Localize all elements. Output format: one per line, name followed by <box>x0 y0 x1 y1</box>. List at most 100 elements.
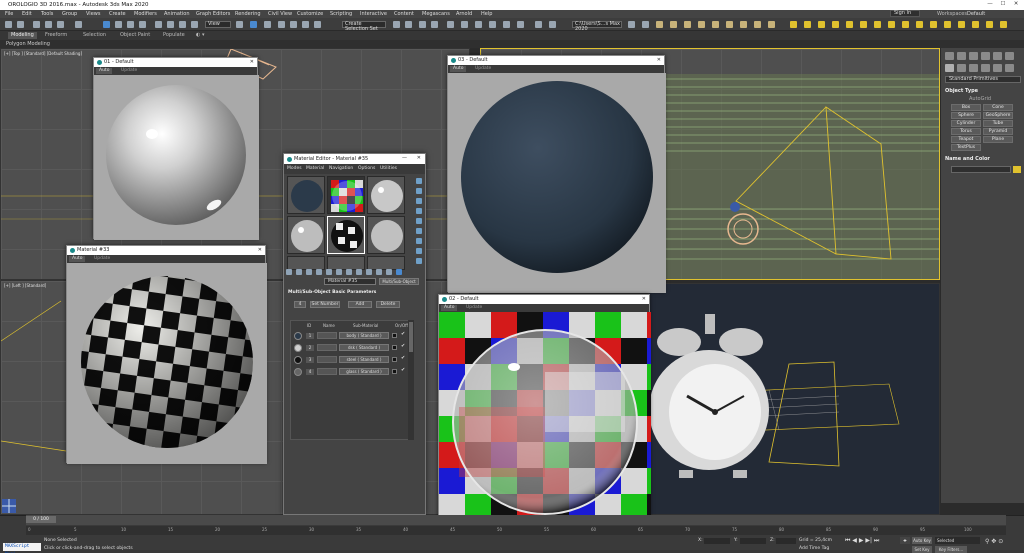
make-preview-icon[interactable] <box>416 228 422 234</box>
close-icon[interactable]: ✕ <box>417 155 421 161</box>
arnold-icon[interactable] <box>656 21 663 28</box>
megascans-refresh-icon[interactable] <box>986 21 993 28</box>
submaterial-button[interactable]: body ( Standard ) <box>339 332 389 339</box>
schematic-view-icon[interactable] <box>461 21 468 28</box>
enabled-checkbox[interactable]: ✔ <box>401 331 405 337</box>
x-coordinate-field[interactable] <box>704 538 730 544</box>
lights-icon[interactable] <box>969 64 978 72</box>
angle-snap-icon[interactable] <box>290 21 297 28</box>
arnold-sky-icon[interactable] <box>684 21 691 28</box>
tab-selection[interactable]: Selection <box>80 32 109 39</box>
tube-button[interactable]: Tube <box>983 120 1013 127</box>
y-coordinate-field[interactable] <box>740 538 766 544</box>
menu-interactive[interactable]: Interactive <box>360 11 387 17</box>
cameras-icon[interactable] <box>981 64 990 72</box>
menu-help[interactable]: Help <box>481 11 492 17</box>
viewport-left-label[interactable]: [+] [Left ] [Standard] <box>4 283 46 288</box>
megascans-import-icon[interactable] <box>804 21 811 28</box>
submaterial-name-field[interactable] <box>317 332 337 339</box>
material-slot-2[interactable] <box>327 176 365 214</box>
megascans-help-icon[interactable] <box>1000 21 1007 28</box>
submaterial-button[interactable]: steel ( Standard ) <box>339 356 389 363</box>
key-selection-dropdown[interactable]: Selected <box>935 537 980 544</box>
menu-customize[interactable]: Customize <box>297 11 323 17</box>
viewport-layout-tab[interactable] <box>0 497 18 515</box>
show-shaded-material-icon[interactable] <box>356 269 362 275</box>
megascans-plant-icon[interactable] <box>916 21 923 28</box>
motion-tab-icon[interactable] <box>981 52 990 60</box>
viewport-top-label[interactable]: [+] [Top ] [Standard] [Default Shading] <box>4 51 82 56</box>
geometry-icon[interactable] <box>945 64 954 72</box>
menu-content[interactable]: Content <box>394 11 414 17</box>
open-folder-icon[interactable] <box>628 21 635 28</box>
set-number-button[interactable]: Set Number <box>310 301 340 308</box>
rollout-title[interactable]: Multi/Sub-Object Basic Parameters <box>288 290 376 295</box>
playback-controls[interactable]: ⏮ ◀ ▶ ▶| ⏭ <box>845 537 879 545</box>
go-forward-to-sibling-icon[interactable] <box>386 269 392 275</box>
auto-toggle[interactable]: Auto <box>441 305 458 311</box>
megascans-preview-icon[interactable] <box>972 21 979 28</box>
submaterial-name-field[interactable] <box>317 368 337 375</box>
menu-rendering[interactable]: Rendering <box>235 11 261 17</box>
submaterial-button[interactable]: glass ( Standard ) <box>339 368 389 375</box>
menu-modifiers[interactable]: Modifiers <box>134 11 157 17</box>
material-slot-5[interactable] <box>327 216 365 254</box>
menu-arnold[interactable]: Arnold <box>456 11 472 17</box>
name-and-color-title[interactable]: Name and Color <box>945 156 990 164</box>
utilities-tab-icon[interactable] <box>1005 52 1014 60</box>
menu-edit[interactable]: Edit <box>22 11 32 17</box>
material-slot-1[interactable] <box>287 176 325 214</box>
autogrid-checkbox[interactable]: AutoGrid <box>969 96 991 102</box>
menu-civil-view[interactable]: Civil View <box>268 11 292 17</box>
megascans-bridge-icon[interactable] <box>790 21 797 28</box>
named-selection-set-dropdown[interactable]: Create Selection Set <box>342 21 386 32</box>
options-icon[interactable] <box>416 238 422 244</box>
maximize-button[interactable]: ☐ <box>998 1 1008 7</box>
polygon-modeling-label[interactable]: Polygon Modeling <box>6 41 50 47</box>
redo-icon[interactable] <box>17 21 24 28</box>
object-color-swatch[interactable] <box>1013 166 1021 173</box>
arnold-camera-icon[interactable] <box>754 21 761 28</box>
arnold-scene-export-icon[interactable] <box>768 21 775 28</box>
menu-file[interactable]: File <box>5 11 13 17</box>
show-end-result-icon[interactable] <box>366 269 372 275</box>
material-map-navigator-icon[interactable] <box>416 258 422 264</box>
time-slider-track[interactable]: 0 / 100 <box>26 515 1006 525</box>
shapes-icon[interactable] <box>957 64 966 72</box>
textplus-button[interactable]: TextPlus <box>951 144 981 151</box>
menu-views[interactable]: Views <box>86 11 100 17</box>
tab-modeling[interactable]: Modeling <box>8 32 37 39</box>
material-id-channel-icon[interactable] <box>346 269 352 275</box>
set-key-button[interactable]: Set Key <box>912 546 932 553</box>
select-and-manipulate-icon[interactable] <box>250 21 257 28</box>
toggle-scene-explorer-icon[interactable] <box>419 21 426 28</box>
submaterial-id[interactable]: 2 <box>306 345 314 351</box>
arnold-render-view-icon[interactable] <box>726 21 733 28</box>
sign-in-dropdown[interactable]: Sign In <box>890 10 920 17</box>
select-by-name-icon[interactable] <box>115 21 122 28</box>
close-icon[interactable]: ✕ <box>250 58 254 67</box>
rendered-frame-window-icon[interactable] <box>503 21 510 28</box>
menu-tools[interactable]: Tools <box>41 11 53 17</box>
put-to-library-icon[interactable] <box>336 269 342 275</box>
placement-icon[interactable] <box>191 21 198 28</box>
maxscript-listener[interactable]: MAXScript Mini <box>3 543 41 553</box>
submaterial-name-field[interactable] <box>317 344 337 351</box>
plane-button[interactable]: Plane <box>983 136 1013 143</box>
submaterial-scrollbar[interactable] <box>408 320 414 440</box>
material-slot-6[interactable] <box>367 216 405 254</box>
spinner-snap-icon[interactable] <box>314 21 321 28</box>
close-icon[interactable]: ✕ <box>258 246 262 255</box>
megascans-material-icon[interactable] <box>846 21 853 28</box>
rectangular-selection-icon[interactable] <box>127 21 134 28</box>
hierarchy-tab-icon[interactable] <box>969 52 978 60</box>
close-icon[interactable]: ✕ <box>642 295 646 304</box>
submaterial-name-field[interactable] <box>317 356 337 363</box>
get-material-icon[interactable] <box>286 269 292 275</box>
workspace-dropdown[interactable]: Default <box>967 11 985 17</box>
track-bar[interactable]: 0 5 10 15 20 25 30 35 40 45 50 55 60 65 … <box>26 526 1006 535</box>
object-type-title[interactable]: Object Type <box>945 88 978 96</box>
minimize-button[interactable]: — <box>985 1 995 7</box>
go-to-parent-icon[interactable] <box>376 269 382 275</box>
add-time-tag[interactable]: Add Time Tag <box>799 546 829 551</box>
